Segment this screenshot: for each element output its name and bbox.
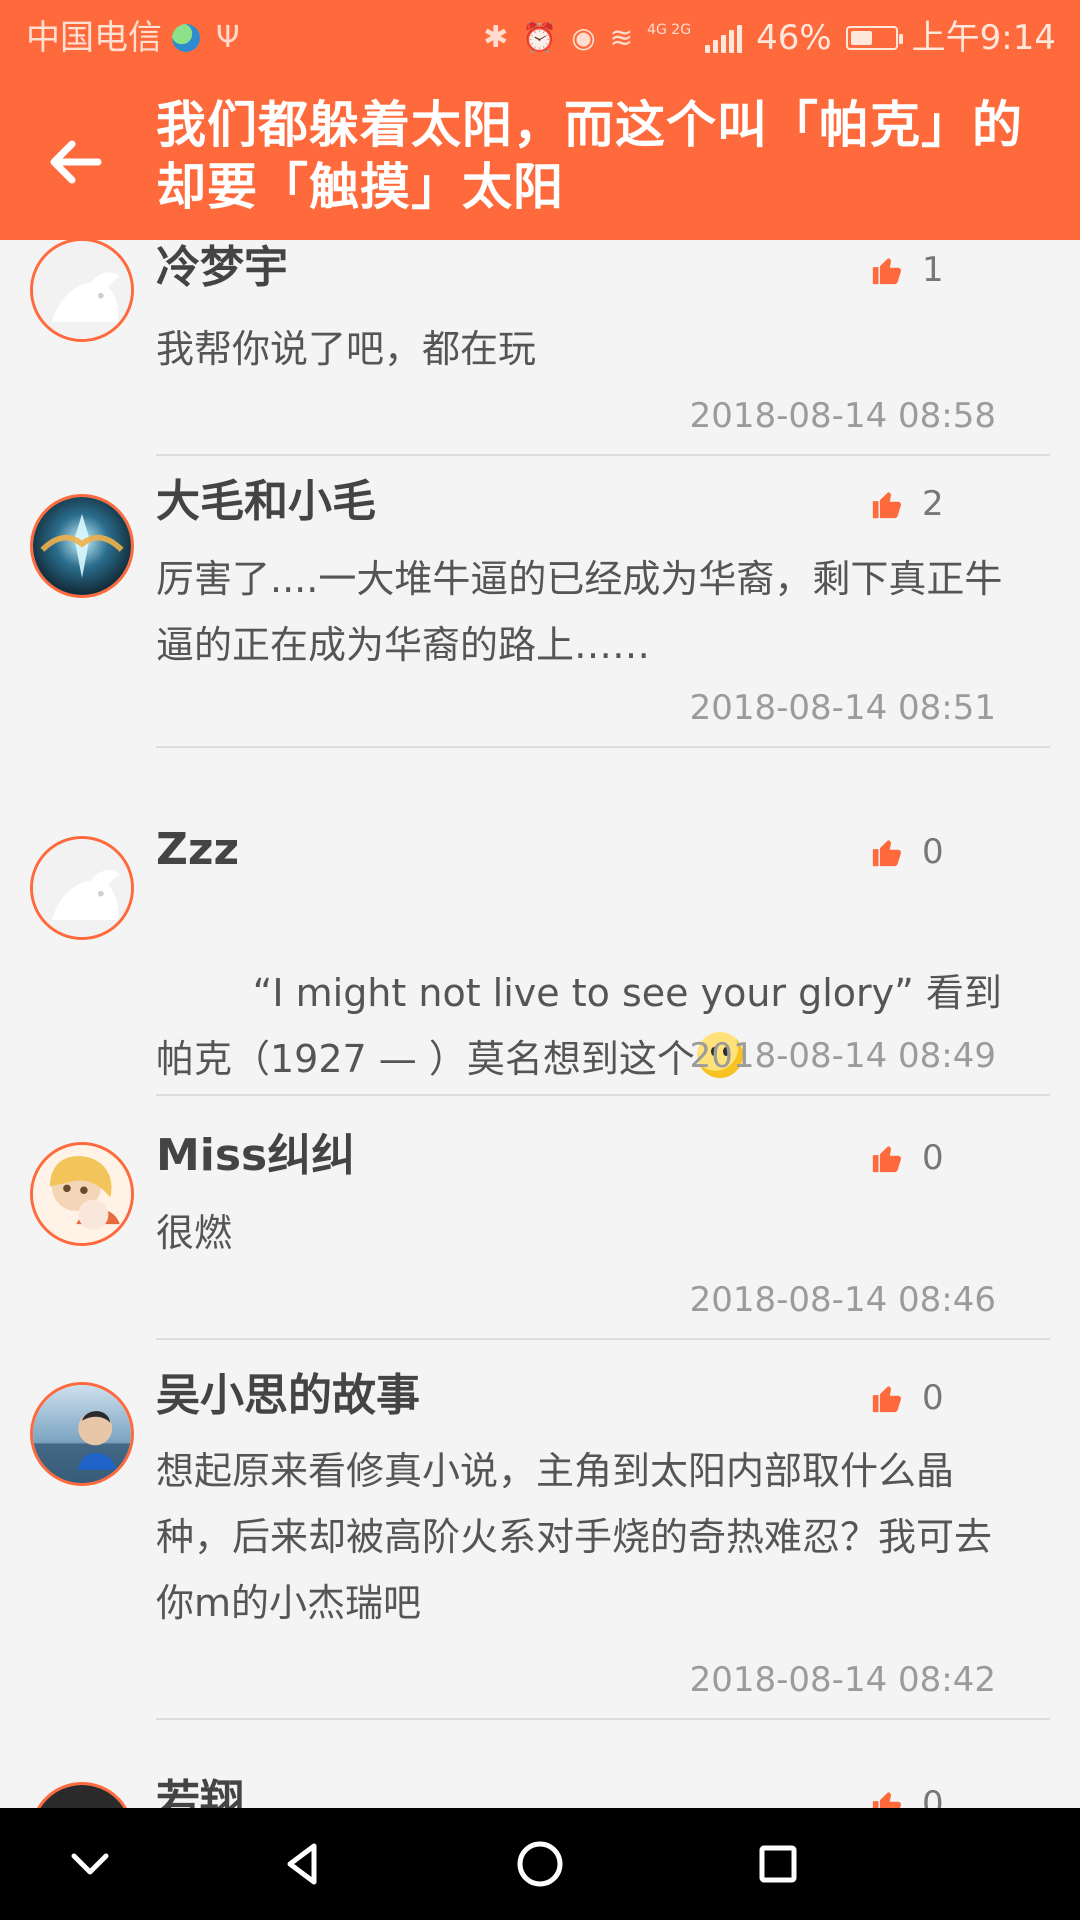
- comment-divider: [156, 746, 1050, 748]
- comment-item: Miss纠纠 0 很燃 2018-08-14 08:46: [0, 1098, 1080, 1340]
- avatar-image-icon: [33, 1385, 131, 1483]
- status-left: 中国电信 Ψ: [26, 0, 240, 76]
- comment-time: 2018-08-14 08:51: [689, 688, 996, 728]
- comment-text: 想起原来看修真小说，主角到太阳内部取什么晶种，后来却被高阶火系对手烧的奇热难忍？…: [156, 1449, 993, 1625]
- comment-divider: [156, 1718, 1050, 1720]
- title-bar: 我们都躲着太阳，而这个叫「帕克」的却要「触摸」太阳: [0, 76, 1080, 240]
- bluetooth-icon: ✱: [483, 20, 509, 55]
- like-count: 0: [922, 1784, 944, 1808]
- carrier-label: 中国电信: [26, 18, 162, 58]
- network-type: 4G 2G: [647, 22, 692, 38]
- battery-icon: [845, 26, 903, 50]
- avatar-image-icon: [33, 1785, 131, 1808]
- like-count: 0: [922, 1138, 944, 1178]
- comment-item: 冷梦宇 1 我帮你说了吧，都在玩 2018-08-14 08:58: [0, 240, 1080, 456]
- status-right: ✱ ⏰ ◉ ≋ 4G 2G 46% 上午9:14: [483, 0, 1056, 76]
- like-button[interactable]: 0: [870, 1138, 944, 1178]
- app-screen: 中国电信 Ψ ✱ ⏰ ◉ ≋ 4G 2G 46% 上午9:14 我们都躲着太阳，…: [0, 0, 1080, 1920]
- recents-square-icon: [759, 1845, 797, 1883]
- thumbs-up-icon: [872, 840, 902, 867]
- comment-author[interactable]: 冷梦宇: [156, 240, 288, 296]
- page-title: 我们都躲着太阳，而这个叫「帕克」的却要「触摸」太阳: [156, 96, 1023, 216]
- home-circle-icon: [517, 1841, 563, 1887]
- comment-divider: [156, 454, 1050, 456]
- comment-author[interactable]: 若翔: [156, 1774, 244, 1808]
- avatar-custom[interactable]: [30, 1782, 134, 1808]
- thumbs-up-icon: [872, 258, 902, 285]
- nav-recents-button[interactable]: [748, 1834, 808, 1894]
- nav-home-button[interactable]: [510, 1834, 570, 1894]
- battery-percentage: 46%: [756, 18, 832, 58]
- status-time: 上午9:14: [911, 18, 1056, 58]
- comment-text: 厉害了....一大堆牛逼的已经成为华裔，剩下真正牛逼的正在成为华裔的路上……: [156, 557, 1003, 667]
- like-button[interactable]: 1: [870, 250, 944, 290]
- eye-icon: ◉: [571, 21, 596, 54]
- avatar-default[interactable]: [30, 836, 134, 940]
- comment-time: 2018-08-14 08:46: [689, 1280, 996, 1320]
- comment-time: 2018-08-14 08:42: [689, 1660, 996, 1700]
- like-count: 1: [922, 250, 944, 290]
- comment-author[interactable]: 大毛和小毛: [156, 474, 376, 530]
- usb-icon: Ψ: [216, 20, 240, 55]
- wifi-icon: ≋: [609, 21, 634, 54]
- avatar-image-icon: [33, 497, 131, 595]
- like-count: 0: [922, 1378, 944, 1418]
- like-count: 2: [922, 484, 944, 524]
- signal-strength-icon: [705, 23, 743, 53]
- thumbs-up-icon: [872, 1792, 902, 1808]
- app-header: 中国电信 Ψ ✱ ⏰ ◉ ≋ 4G 2G 46% 上午9:14 我们都躲着太阳，…: [0, 0, 1080, 240]
- avatar-custom[interactable]: [30, 1142, 134, 1246]
- comment-author[interactable]: 吴小思的故事: [156, 1368, 420, 1424]
- thumbs-up-icon: [872, 1146, 902, 1173]
- avatar-custom[interactable]: [30, 1382, 134, 1486]
- like-button[interactable]: 0: [870, 832, 944, 872]
- arrow-left-icon: [50, 140, 102, 184]
- thumbs-up-icon: [872, 492, 902, 519]
- comment-author[interactable]: Zzz: [156, 822, 239, 878]
- comment-text: 我帮你说了吧，都在玩: [156, 327, 537, 371]
- thumbs-up-icon: [872, 1386, 902, 1413]
- chevron-down-icon: [71, 1853, 109, 1875]
- comment-text: 很燃: [156, 1211, 233, 1255]
- like-button[interactable]: 2: [870, 484, 944, 524]
- like-count: 0: [922, 832, 944, 872]
- comment-list[interactable]: 冷梦宇 1 我帮你说了吧，都在玩 2018-08-14 08:58 大毛和小毛 …: [0, 240, 1080, 1808]
- comment-item: 若翔 0: [0, 1738, 1080, 1808]
- nav-back-button[interactable]: [272, 1834, 332, 1894]
- avatar-default[interactable]: [30, 240, 134, 342]
- globe-icon: [172, 24, 200, 52]
- comment-time: 2018-08-14 08:49: [689, 1036, 996, 1076]
- back-triangle-icon: [287, 1843, 317, 1885]
- default-avatar-icon: [33, 241, 131, 339]
- comment-time: 2018-08-14 08:58: [689, 396, 996, 436]
- comment-item: 大毛和小毛 2 厉害了....一大堆牛逼的已经成为华裔，剩下真正牛逼的正在成为华…: [0, 474, 1080, 760]
- status-bar: 中国电信 Ψ ✱ ⏰ ◉ ≋ 4G 2G 46% 上午9:14: [0, 0, 1080, 76]
- like-button[interactable]: 0: [870, 1784, 944, 1808]
- back-button[interactable]: [36, 120, 120, 204]
- comment-divider: [156, 1094, 1050, 1096]
- alarm-icon: ⏰: [522, 21, 558, 54]
- default-avatar-icon: [33, 839, 131, 937]
- nav-collapse-button[interactable]: [60, 1834, 120, 1894]
- comment-item: 吴小思的故事 0 想起原来看修真小说，主角到太阳内部取什么晶种，后来却被高阶火系…: [0, 1338, 1080, 1720]
- avatar-image-icon: [33, 1145, 131, 1243]
- like-button[interactable]: 0: [870, 1378, 944, 1418]
- comment-author[interactable]: Miss纠纠: [156, 1128, 355, 1184]
- comment-item: Zzz 0 “I might not live to see your glor…: [0, 760, 1080, 1096]
- avatar-custom[interactable]: [30, 494, 134, 598]
- battery-level-fill: [850, 31, 872, 45]
- navigation-bar: [0, 1808, 1080, 1920]
